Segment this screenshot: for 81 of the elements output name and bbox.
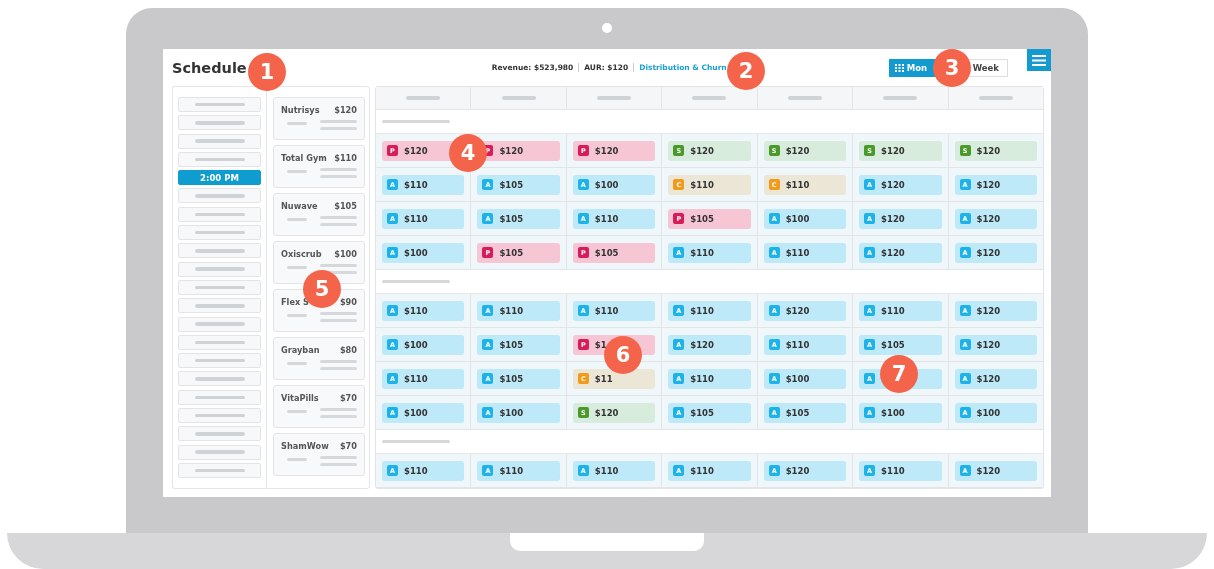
product-name: Nutrisys xyxy=(281,105,320,115)
product-price: $100 xyxy=(334,249,357,259)
amount-text: $105 xyxy=(690,213,714,224)
amount-text: $120 xyxy=(976,145,1001,156)
amount-text: $110 xyxy=(690,305,714,316)
amount-text: $100 xyxy=(881,407,905,418)
amount-text: $120 xyxy=(976,339,1001,350)
amount-text: $120 xyxy=(785,305,810,316)
product-name: ShamWow xyxy=(281,441,329,451)
product-price: $70 xyxy=(339,393,357,403)
amount-text: $110 xyxy=(785,179,810,190)
amount-text: $110 xyxy=(690,179,714,190)
page-title: Schedule xyxy=(172,59,247,76)
amount-text: $120 xyxy=(881,179,905,190)
amount-text: $100 xyxy=(499,407,524,418)
amount-text: $100 xyxy=(785,373,810,384)
amount-text: $120 xyxy=(785,145,810,156)
amount-text: $105 xyxy=(499,247,524,258)
amount-text: $110 xyxy=(690,247,714,258)
amount-text: $110 xyxy=(594,465,619,476)
amount-text: $110 xyxy=(404,465,428,476)
amount-text: $100 xyxy=(976,407,1001,418)
amount-text: $120 xyxy=(976,213,1001,224)
product-name: VitaPills xyxy=(281,393,319,403)
amount-text: $100 xyxy=(404,339,428,350)
amount-text: $110 xyxy=(594,213,619,224)
amount-text: $120 xyxy=(690,339,714,350)
amount-text: $110 xyxy=(404,373,428,384)
amount-text: $105 xyxy=(881,339,905,350)
amount-text: $110 xyxy=(404,305,428,316)
amount-text: $110 xyxy=(499,305,524,316)
product-price: $110 xyxy=(334,153,357,163)
product-price: $90 xyxy=(339,297,357,307)
product-name: Total Gym xyxy=(281,153,327,163)
amount-text: $105 xyxy=(499,339,524,350)
product-name: Grayban xyxy=(281,345,320,355)
amount-text: $105 xyxy=(499,213,524,224)
amount-text: $120 xyxy=(976,305,1001,316)
amount-text: $1 xyxy=(594,339,607,350)
product-name: Nuwave xyxy=(281,201,318,211)
amount-text: $110 xyxy=(881,465,905,476)
amount-text: $105 xyxy=(499,373,524,384)
amount-text: $11 xyxy=(594,373,613,384)
product-price: $120 xyxy=(334,105,357,115)
amount-text: $105 xyxy=(499,179,524,190)
amount-text: $120 xyxy=(881,213,905,224)
amount-text: $120 xyxy=(594,145,619,156)
amount-text: $105 xyxy=(690,407,714,418)
amount-text: $120 xyxy=(690,145,714,156)
product-price: $105 xyxy=(334,201,357,211)
product-price: $70 xyxy=(339,441,357,451)
amount-text: $120 xyxy=(785,465,810,476)
amount-text: $120 xyxy=(594,407,619,418)
amount-text: $100 xyxy=(404,247,428,258)
callout-tooltip: 2 xyxy=(727,52,765,90)
amount-text: $120 xyxy=(976,373,1001,384)
amount-text: $110 xyxy=(594,305,619,316)
amount-text: $120 xyxy=(881,145,905,156)
amount-text: $105 xyxy=(785,407,810,418)
amount-text: $110 xyxy=(690,465,714,476)
amount-text: $120 xyxy=(976,179,1001,190)
amount-text: $120 xyxy=(404,145,428,156)
amount-text: $100 xyxy=(785,213,810,224)
callout-tooltip: 3 xyxy=(933,49,971,87)
callout-tooltip: 1 xyxy=(248,53,286,91)
product-name: Oxiscrub xyxy=(281,249,322,259)
amount-text: $120 xyxy=(976,247,1001,258)
amount-text: $110 xyxy=(499,465,524,476)
product-price: $80 xyxy=(339,345,357,355)
amount-text: $100 xyxy=(404,407,428,418)
amount-text: $120 xyxy=(499,145,524,156)
amount-text: $110 xyxy=(404,213,428,224)
amount-text: $105 xyxy=(594,247,619,258)
amount-text: $110 xyxy=(785,247,810,258)
amount-text: $110 xyxy=(881,305,905,316)
amount-text: $100 xyxy=(594,179,619,190)
amount-text: $110 xyxy=(785,339,810,350)
amount-text: $110 xyxy=(404,179,428,190)
amount-text: $120 xyxy=(881,247,905,258)
amount-text: $120 xyxy=(976,465,1001,476)
amount-text: $110 xyxy=(690,373,714,384)
